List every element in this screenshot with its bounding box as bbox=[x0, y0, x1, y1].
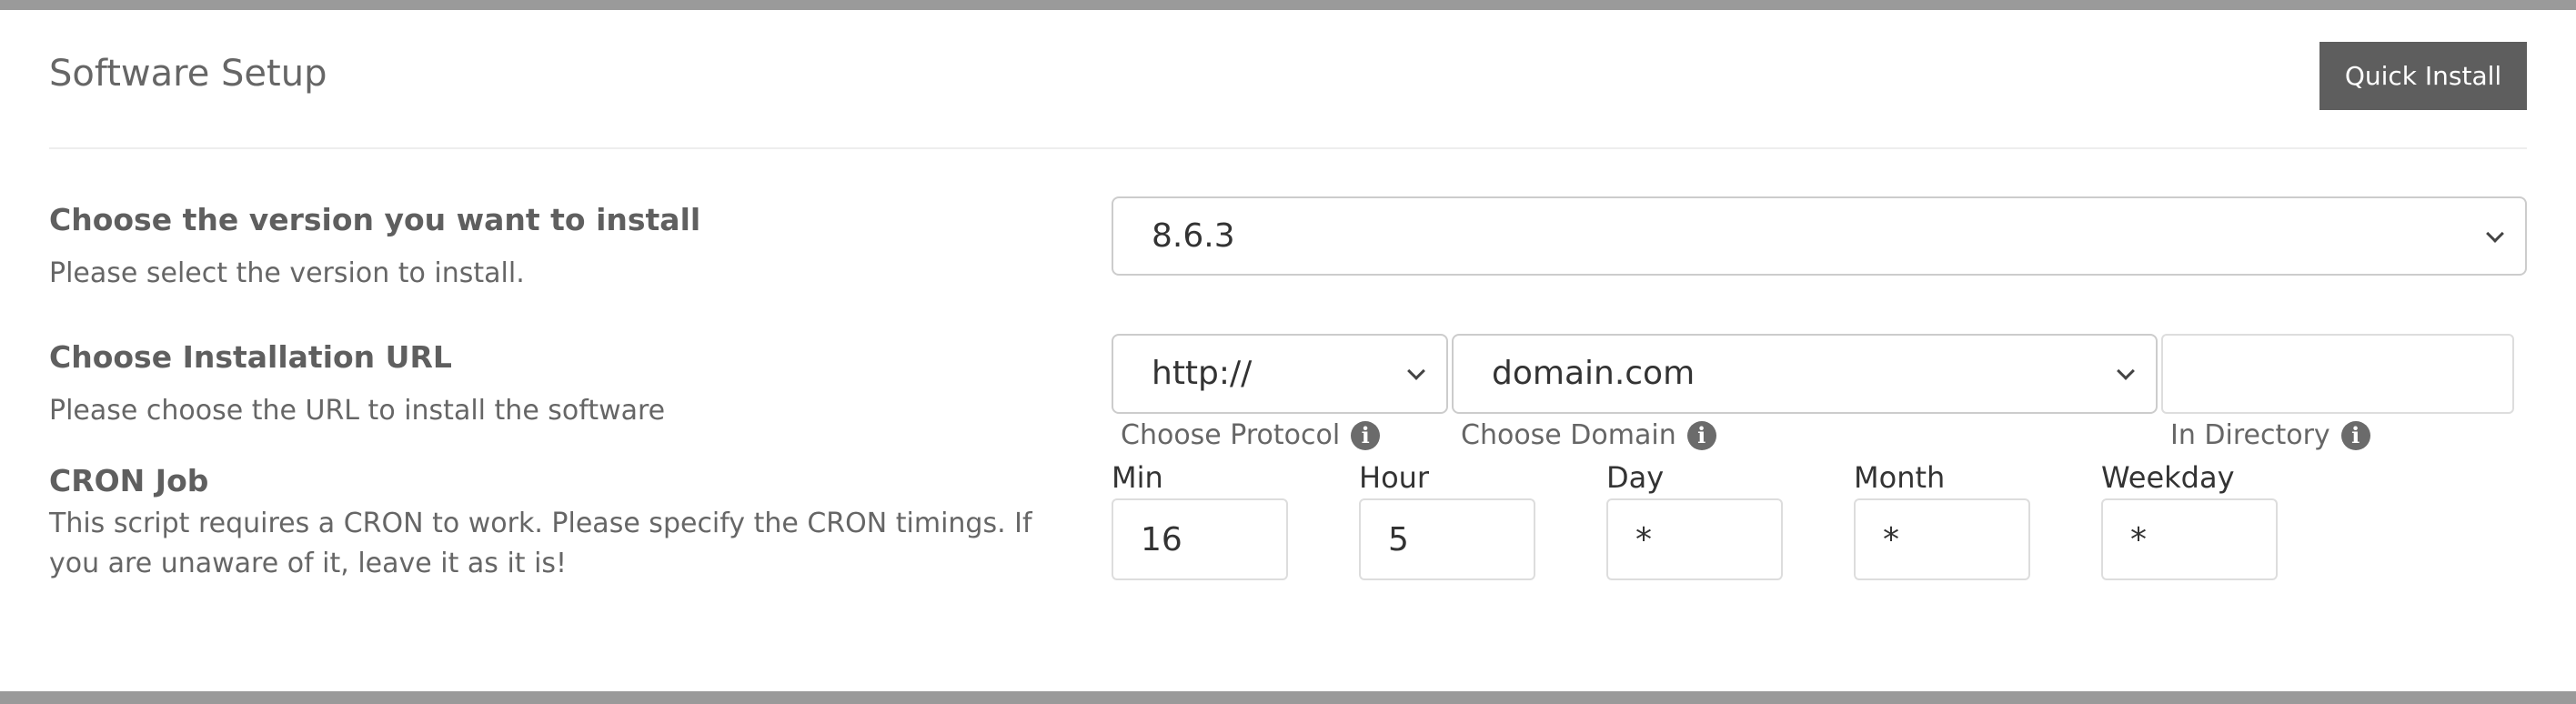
directory-input[interactable] bbox=[2161, 334, 2514, 414]
cron-weekday-label: Weekday bbox=[2101, 460, 2235, 495]
cron-min-input[interactable] bbox=[1112, 498, 1288, 580]
cron-day-input[interactable] bbox=[1606, 498, 1783, 580]
bottom-border bbox=[0, 691, 2576, 704]
domain-select-value: domain.com bbox=[1492, 355, 1696, 392]
cron-hour-label: Hour bbox=[1359, 460, 1430, 495]
cron-min-label: Min bbox=[1112, 460, 1163, 495]
domain-caption: Choose Domain i bbox=[1461, 417, 1716, 454]
cron-description-line2: you are unaware of it, leave it as it is… bbox=[49, 548, 568, 579]
version-label: Choose the version you want to install bbox=[49, 202, 701, 237]
quick-install-button[interactable]: Quick Install bbox=[2319, 42, 2527, 110]
chevron-down-icon bbox=[1407, 362, 1425, 380]
protocol-select[interactable]: http:// bbox=[1112, 334, 1448, 414]
version-select[interactable]: 8.6.3 bbox=[1112, 196, 2527, 276]
cron-hour-input[interactable] bbox=[1359, 498, 1535, 580]
chevron-down-icon bbox=[2486, 225, 2504, 243]
cron-description-line1: This script requires a CRON to work. Ple… bbox=[49, 508, 1032, 539]
directory-caption-text: In Directory bbox=[2170, 419, 2330, 451]
info-icon[interactable]: i bbox=[2340, 421, 2370, 450]
install-url-description: Please choose the URL to install the sof… bbox=[49, 395, 666, 427]
protocol-select-value: http:// bbox=[1152, 355, 1253, 392]
info-icon[interactable]: i bbox=[1351, 421, 1381, 450]
domain-select[interactable]: domain.com bbox=[1452, 334, 2158, 414]
version-description: Please select the version to install. bbox=[49, 257, 525, 289]
version-select-value: 8.6.3 bbox=[1152, 217, 1235, 255]
chevron-down-icon bbox=[2117, 362, 2135, 380]
page-title: Software Setup bbox=[49, 53, 327, 95]
cron-month-label: Month bbox=[1854, 460, 1946, 495]
top-border bbox=[0, 0, 2576, 10]
software-setup-panel: Software Setup Quick Install Choose the … bbox=[0, 0, 2576, 704]
cron-day-label: Day bbox=[1606, 460, 1665, 495]
cron-label: CRON Job bbox=[49, 463, 209, 498]
protocol-caption-text: Choose Protocol bbox=[1121, 419, 1341, 451]
domain-caption-text: Choose Domain bbox=[1461, 419, 1676, 451]
directory-caption: In Directory i bbox=[2170, 417, 2370, 454]
protocol-caption: Choose Protocol i bbox=[1121, 417, 1381, 454]
cron-month-input[interactable] bbox=[1854, 498, 2030, 580]
cron-weekday-input[interactable] bbox=[2101, 498, 2278, 580]
info-icon[interactable]: i bbox=[1686, 421, 1716, 450]
install-url-label: Choose Installation URL bbox=[49, 339, 452, 375]
header-divider bbox=[49, 147, 2527, 149]
